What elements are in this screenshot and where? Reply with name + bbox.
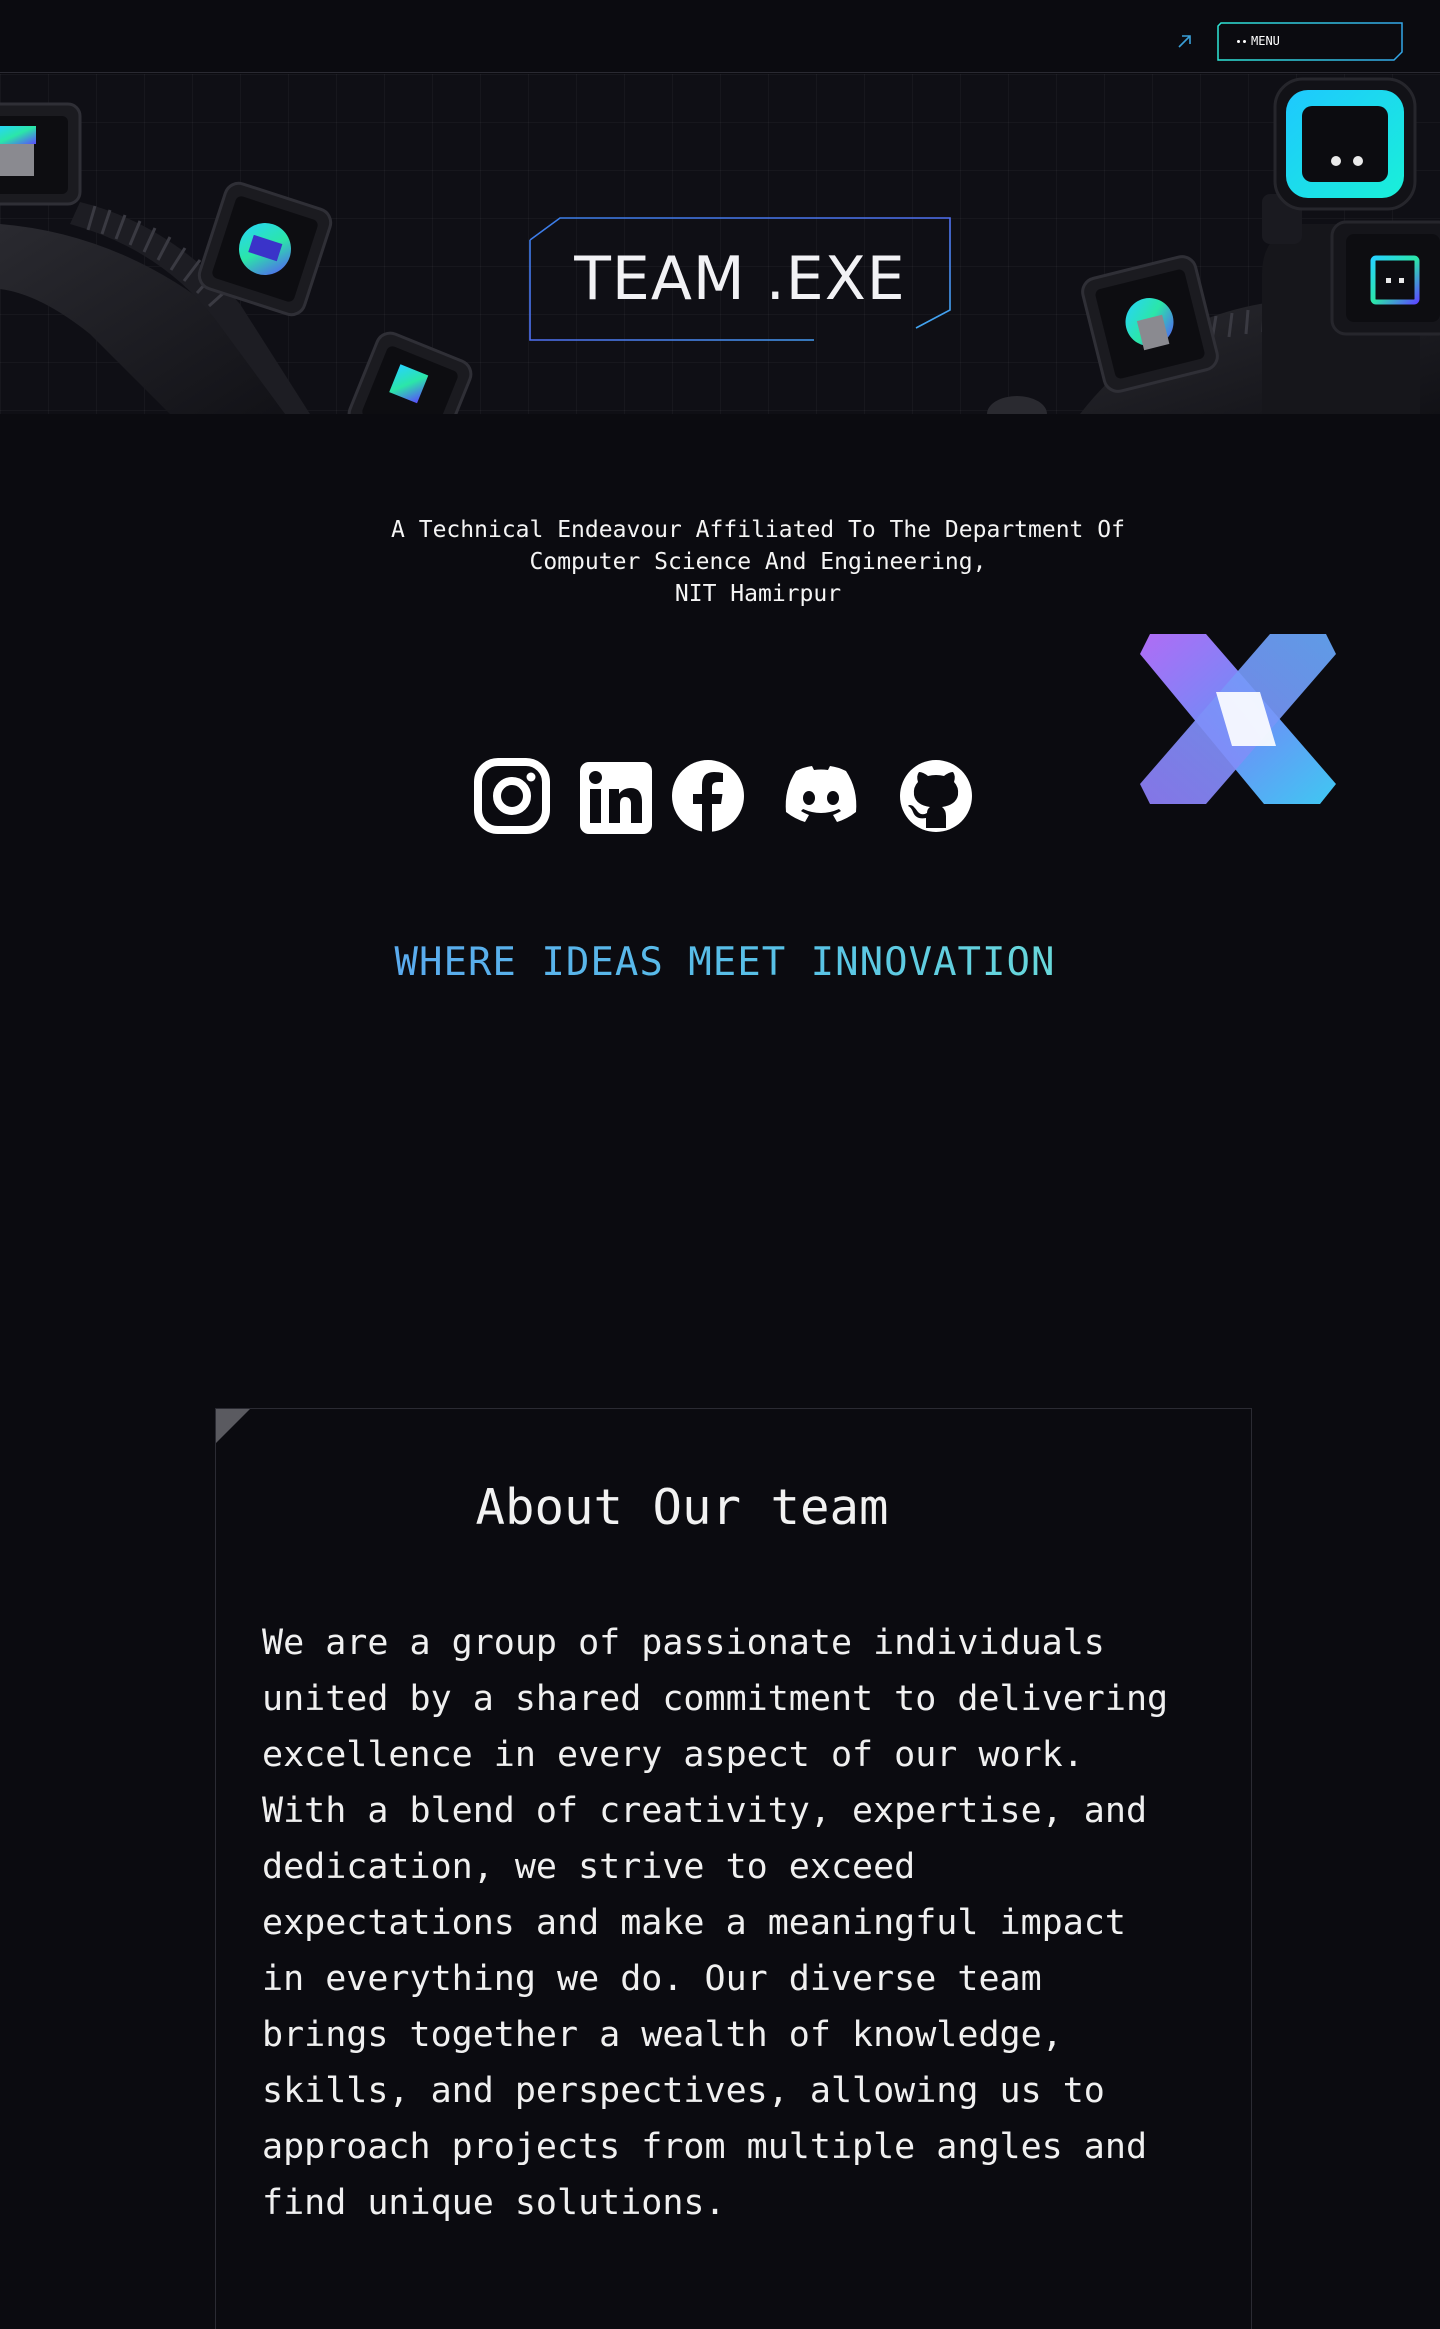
about-line: united by a shared commitment to deliver… [262,1679,1169,1719]
about-paragraph: We are a group of passionate individuals… [262,1615,1222,2231]
github-icon[interactable] [900,760,972,832]
about-line: dedication, we strive to exceed [262,1847,916,1887]
linkedin-icon[interactable] [580,762,652,834]
menu-button[interactable]: MENU [1217,22,1403,61]
menu-dots-icon [1237,39,1246,43]
about-line: brings together a wealth of knowledge, [262,2015,1063,2055]
about-line: expectations and make a meaningful impac… [262,1903,1126,1943]
about-line: excellence in every aspect of our work. [262,1735,1084,1775]
facebook-icon[interactable] [672,760,744,832]
about-line: approach projects from multiple angles a… [262,2127,1148,2167]
page-title: TEAM .EXE [574,244,906,314]
affiliation-line-2: Computer Science And Engineering, [529,549,987,575]
about-line: find unique solutions. [262,2183,726,2223]
arrow-up-right-icon[interactable] [1174,30,1196,52]
discord-icon[interactable] [784,766,858,824]
about-line: in everything we do. Our diverse team [262,1959,1042,1999]
about-line: With a blend of creativity, expertise, a… [262,1791,1148,1831]
affiliation-text: A Technical Endeavour Affiliated To The … [300,514,1216,610]
menu-label: MENU [1251,34,1280,48]
affiliation-line-3: NIT Hamirpur [674,581,842,607]
hero-title-frame: TEAM .EXE [528,216,952,342]
about-line: We are a group of passionate individuals [262,1623,1105,1663]
instagram-icon[interactable] [474,758,550,834]
about-section-card: About Our team We are a group of passion… [215,1408,1252,2329]
hero-banner: TEAM .EXE [0,74,1440,414]
about-heading: About Our team [475,1479,889,1536]
tagline: WHERE IDEAS MEET INNOVATION [300,940,1150,985]
x-logo-graphic [1140,634,1336,804]
top-navigation-bar: MENU [0,0,1440,73]
about-line: skills, and perspectives, allowing us to [262,2071,1105,2111]
card-corner-decoration [216,1409,250,1443]
affiliation-line-1: A Technical Endeavour Affiliated To The … [391,517,1125,543]
